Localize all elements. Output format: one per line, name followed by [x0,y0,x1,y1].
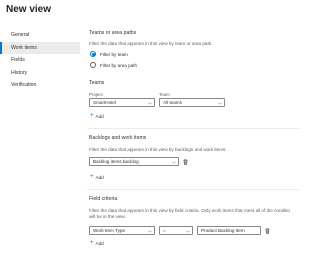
team-label: Team [159,92,170,97]
radio-checked-icon [90,51,96,57]
main-panel: Teams or area paths Filter the data that… [87,0,300,261]
filter-by-area-path-label: Filter by area path [100,62,138,68]
sidebar: General Work items Fields History Verifi… [0,29,80,92]
trash-icon[interactable] [265,227,270,234]
sidebar-item-work-items[interactable]: Work items [0,41,80,54]
section-divider [87,128,300,129]
page-title: New view [6,4,52,15]
teams-or-area-paths-heading: Teams or area paths [89,30,137,36]
radio-unchecked-icon [90,62,96,68]
chevron-down-icon [148,230,152,233]
add-backlog-label: Add [95,174,104,180]
field-dropdown[interactable]: Work Item Type [89,226,155,235]
sidebar-item-general[interactable]: General [0,29,80,41]
add-criteria-label: Add [95,240,104,246]
criteria-value: Product Backlog Item [201,228,245,233]
chevron-down-icon [148,102,152,105]
operator-value: = [163,228,166,233]
field-criteria-description-line2: will be in the view. [89,214,126,219]
chevron-down-icon [186,230,190,233]
chevron-down-icon [218,102,222,105]
sidebar-item-fields[interactable]: Fields [0,54,80,66]
backlogs-description: Filter the data that appears in this vie… [89,147,227,152]
plus-icon: + [90,240,94,246]
add-team-label: Add [95,113,104,119]
operator-dropdown[interactable]: = [159,226,193,235]
sidebar-item-history[interactable]: History [0,67,80,79]
plus-icon: + [90,113,94,119]
teams-heading: Teams [89,80,105,86]
criteria-value-input[interactable]: Product Backlog Item [197,226,261,235]
filter-by-team-radio[interactable]: Filter by team [90,51,128,57]
chevron-down-icon [172,161,176,164]
backlog-value: Backlog items backlog [93,159,139,164]
backlogs-heading: Backlogs and work items [89,135,147,141]
filter-by-team-label: Filter by team [100,51,128,57]
add-backlog-button[interactable]: + Add [90,174,104,180]
filter-by-area-path-radio[interactable]: Filter by area path [90,62,137,68]
section-divider [87,189,300,190]
teams-or-area-paths-description: Filter the data that appears in this vie… [89,41,213,46]
project-label: Project [89,92,103,97]
add-criteria-button[interactable]: + Add [90,240,104,246]
add-team-button[interactable]: + Add [90,113,104,119]
project-value: SmartHotel [93,100,116,105]
backlog-dropdown[interactable]: Backlog items backlog [89,157,179,166]
sidebar-item-verification[interactable]: Verification [0,79,80,91]
trash-icon[interactable] [183,158,188,165]
project-dropdown[interactable]: SmartHotel [89,98,155,107]
field-value: Work Item Type [93,228,125,233]
field-criteria-heading: Field criteria [89,196,118,202]
plus-icon: + [90,174,94,180]
team-value: All teams [163,100,182,105]
team-dropdown[interactable]: All teams [159,98,225,107]
field-criteria-description-line1: Filter the data that appears in this vie… [89,208,290,213]
